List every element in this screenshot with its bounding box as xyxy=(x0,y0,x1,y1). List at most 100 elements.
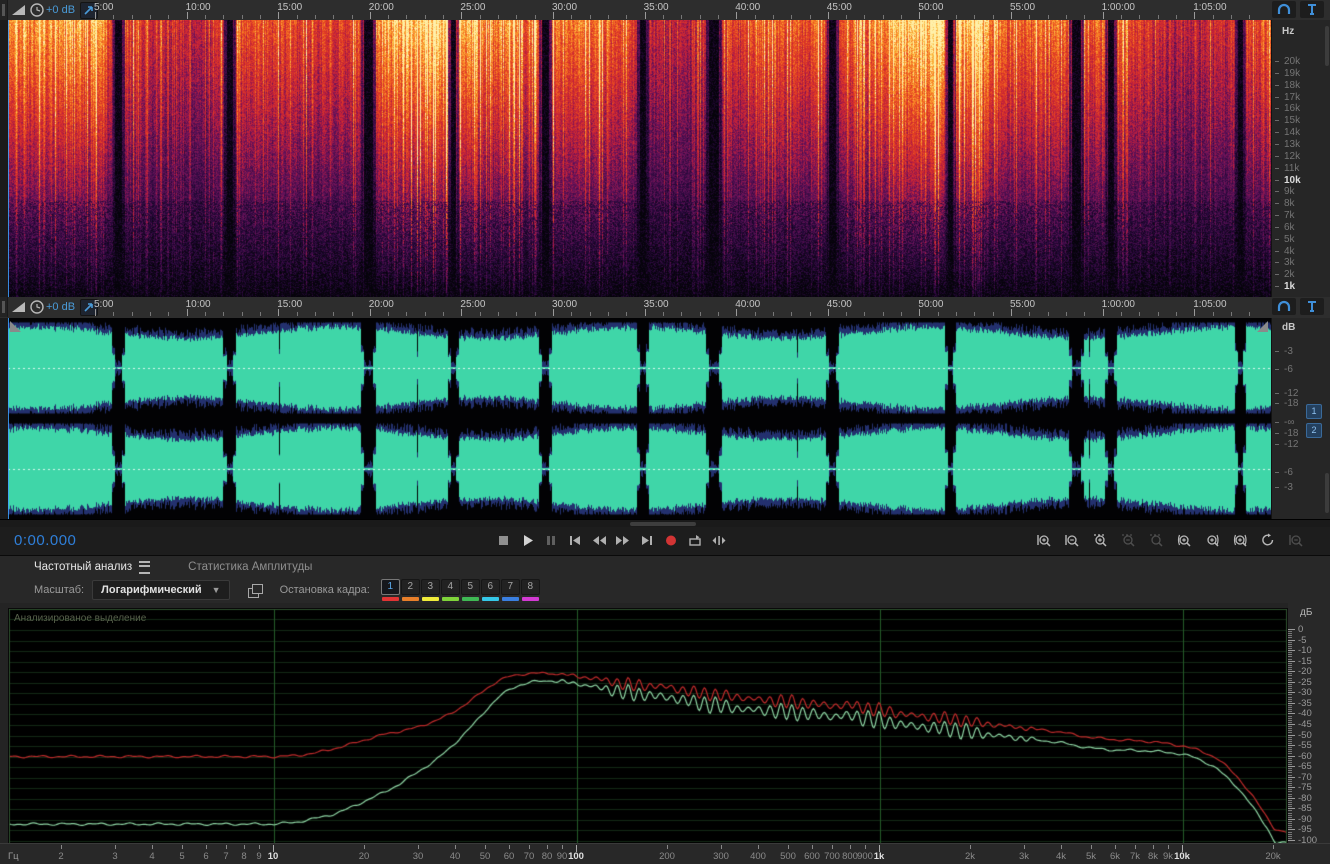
timeline-label: 40:00 xyxy=(735,2,761,13)
panel-menu-icon[interactable] xyxy=(139,560,151,574)
t-pin-icon[interactable] xyxy=(1300,1,1324,18)
db-axis-tick xyxy=(1288,709,1292,710)
spectrogram-canvas[interactable] xyxy=(8,20,1272,297)
timeline-tick xyxy=(553,12,554,19)
timeline-tick xyxy=(608,15,609,19)
timeline-tick xyxy=(131,15,133,19)
db-axis-tick-label: -10 xyxy=(1298,645,1312,656)
tab-frequency-analysis[interactable]: Частотный анализ xyxy=(24,556,160,578)
db-axis-tick xyxy=(1288,758,1292,759)
fade-envelope-icon[interactable] xyxy=(10,2,28,18)
db-axis-tick xyxy=(1288,743,1292,744)
db-axis-tick-label: -20 xyxy=(1298,666,1312,677)
hz-axis-tick xyxy=(850,845,851,849)
db-axis-tick xyxy=(1288,819,1295,820)
timeline-tick xyxy=(406,15,408,19)
timeline-tick xyxy=(461,309,463,316)
zoom-selection-both-edges-button[interactable] xyxy=(1230,530,1250,550)
spectrogram-view[interactable]: Hz 20k 19k 18k 17k 16k 15k 14k 13k 12k 11k 10k 9k 8k… xyxy=(0,20,1330,297)
db-axis-tick xyxy=(1288,694,1292,695)
channel-button-2[interactable]: 2 xyxy=(1306,423,1322,438)
timeline-tick xyxy=(150,312,151,316)
frame-hold-button-4[interactable]: 4 xyxy=(440,579,460,601)
fade-envelope-icon[interactable] xyxy=(10,299,28,315)
db-axis-tick xyxy=(1288,753,1292,754)
playhead[interactable] xyxy=(8,20,9,297)
frequency-scale[interactable]: Hz 20k 19k 18k 17k 16k 15k 14k 13k 12k 11k 10k 9k 8k… xyxy=(1271,20,1330,297)
scrollbar[interactable] xyxy=(1325,473,1329,513)
waveform-timeline-ruler[interactable]: +0 dB 5:00 10:00 15:00 20:00 25:00 30:00 35:00… xyxy=(0,297,1330,319)
panel-grip[interactable] xyxy=(0,0,8,20)
spectrogram-timeline-ruler[interactable]: +0 dB 5:00 10:00 15:00 20:00 25:00 30:00 35:00… xyxy=(0,0,1330,21)
rewind-button[interactable] xyxy=(590,530,608,550)
db-axis-tick xyxy=(1288,688,1292,689)
frame-hold-button-7[interactable]: 7 xyxy=(500,579,520,601)
gain-readout[interactable]: +0 dB xyxy=(46,4,75,16)
timeline-ticks[interactable]: 5:00 10:00 15:00 20:00 25:00 30:00 35:00 40:00 4… xyxy=(88,0,1268,20)
freq-tick xyxy=(1275,274,1279,276)
zoom-out-horizontal-button[interactable] xyxy=(1062,530,1082,550)
hz-axis-tick xyxy=(1168,845,1169,849)
frame-hold-button-2[interactable]: 2 xyxy=(400,579,420,601)
hz-axis-tick xyxy=(455,845,456,849)
tab-amplitude-statistics[interactable]: Статистика Амплитуды xyxy=(178,556,322,578)
zoom-in-selection-button[interactable] xyxy=(1090,530,1110,550)
frame-hold-button-6[interactable]: 6 xyxy=(480,579,500,601)
freq-scale-label: 17k xyxy=(1284,91,1301,103)
zoom-in-horizontal-button[interactable] xyxy=(1034,530,1054,550)
frame-hold-button-3[interactable]: 3 xyxy=(420,579,440,601)
timeline-tick xyxy=(204,312,206,316)
timecode-display[interactable]: 0:00.000 xyxy=(14,532,76,549)
timeline-tick xyxy=(681,312,683,316)
db-axis-tick xyxy=(1288,785,1292,786)
headphones-icon[interactable] xyxy=(1272,1,1296,18)
clock-icon[interactable] xyxy=(28,299,46,315)
frame-hold-button-1[interactable]: 1 xyxy=(380,579,400,601)
stop-button[interactable] xyxy=(494,530,512,550)
freq-scale-label: 6k xyxy=(1284,221,1295,233)
playhead[interactable] xyxy=(8,318,9,519)
timeline-tick xyxy=(314,15,316,19)
divider-grip[interactable] xyxy=(630,522,696,526)
db-axis-tick xyxy=(1288,827,1292,828)
panel-grip[interactable] xyxy=(0,297,8,317)
timeline-ticks[interactable]: 5:00 10:00 15:00 20:00 25:00 30:00 35:00 40:00 4… xyxy=(88,297,1268,317)
fast-forward-button[interactable] xyxy=(614,530,632,550)
waveform-canvas[interactable] xyxy=(8,318,1272,519)
skip-to-start-button[interactable] xyxy=(566,530,584,550)
timeline-tick xyxy=(388,312,390,316)
record-button[interactable] xyxy=(662,530,680,550)
hz-axis-tick xyxy=(61,845,62,849)
amplitude-scale[interactable]: dB -3 -6 -12 -18 -∞ -18 -12 -6 -3 1 2 xyxy=(1271,318,1330,519)
zoom-in-right-edge-button[interactable] xyxy=(1202,530,1222,550)
headphones-icon[interactable] xyxy=(1272,298,1296,315)
timeline-tick xyxy=(95,12,96,19)
channel-button-1[interactable]: 1 xyxy=(1306,404,1322,419)
timeline-tick xyxy=(662,15,664,19)
pause-button[interactable] xyxy=(542,530,560,550)
loop-playback-button[interactable] xyxy=(686,530,704,550)
t-pin-icon[interactable] xyxy=(1300,298,1324,315)
skip-to-end-button[interactable] xyxy=(638,530,656,550)
timeline-label: 45:00 xyxy=(826,2,852,13)
scale-dropdown[interactable]: Логарифмический ▼ xyxy=(92,580,230,600)
db-axis-tick xyxy=(1288,659,1292,660)
clock-icon[interactable] xyxy=(28,2,46,18)
zoom-out-selection-button xyxy=(1118,530,1138,550)
frequency-plot-canvas[interactable] xyxy=(8,608,1288,845)
hz-axis-tick-label: 2 xyxy=(58,851,64,862)
play-button[interactable] xyxy=(518,530,536,550)
db-axis-tick xyxy=(1288,629,1295,630)
copy-graph-icon[interactable] xyxy=(247,583,263,598)
frame-hold-number: 1 xyxy=(380,579,400,595)
reset-zoom-button[interactable] xyxy=(1258,530,1278,550)
waveform-view[interactable]: dB -3 -6 -12 -18 -∞ -18 -12 -6 -3 1 2 xyxy=(0,318,1330,519)
gain-readout[interactable]: +0 dB xyxy=(46,301,75,313)
zoom-in-left-edge-button[interactable] xyxy=(1174,530,1194,550)
frame-hold-button-5[interactable]: 5 xyxy=(460,579,480,601)
db-axis-tick xyxy=(1288,825,1292,826)
frame-hold-button-8[interactable]: 8 xyxy=(520,579,540,601)
reset-zoom-icon xyxy=(1262,533,1274,545)
move-playhead-button[interactable] xyxy=(710,530,728,550)
scrollbar[interactable] xyxy=(1325,26,1329,66)
